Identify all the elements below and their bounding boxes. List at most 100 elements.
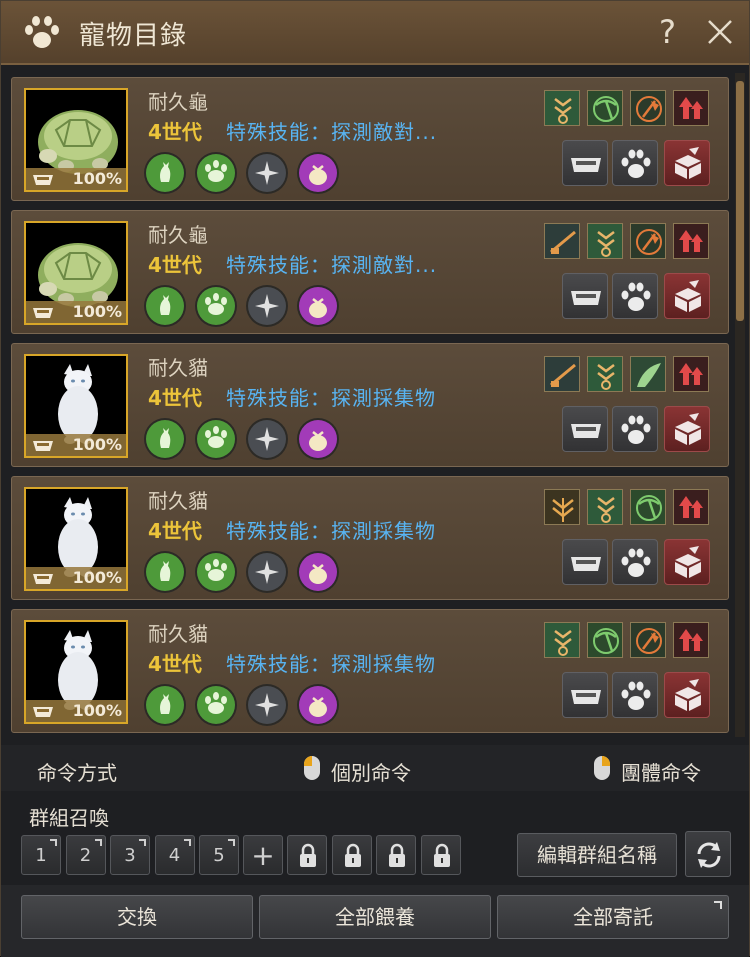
refresh-icon: [697, 842, 721, 868]
feed-button[interactable]: [562, 672, 608, 718]
feed-button[interactable]: [562, 406, 608, 452]
title-bar[interactable]: 寵物目錄 ?: [1, 1, 749, 65]
group-command[interactable]: 團體命令: [621, 757, 701, 786]
axe-icon[interactable]: [630, 622, 666, 658]
arrow-up-icon[interactable]: [673, 90, 709, 126]
gather-icon[interactable]: [544, 90, 580, 126]
box-seal-icon: [675, 546, 701, 578]
rifle-icon[interactable]: [544, 223, 580, 259]
close-icon[interactable]: [705, 17, 735, 47]
pet-portrait[interactable]: 100%: [24, 88, 128, 192]
locked-group-slot[interactable]: [287, 835, 327, 875]
gather-icon[interactable]: [544, 622, 580, 658]
pouch-icon[interactable]: [299, 154, 337, 192]
seal-button[interactable]: [664, 273, 710, 319]
store-all-button[interactable]: 全部寄託: [497, 895, 729, 939]
feed-button[interactable]: [562, 539, 608, 585]
individual-command[interactable]: 個別命令: [331, 757, 411, 786]
group-slot-button[interactable]: 1: [21, 835, 61, 875]
pet-card[interactable]: 100% 耐久貓 4世代 特殊技能：探測採集物: [11, 476, 729, 600]
locked-group-slot[interactable]: [376, 835, 416, 875]
group-slot-number: 1: [35, 845, 47, 866]
pet-action-button[interactable]: [612, 406, 658, 452]
gather-icon[interactable]: [587, 489, 623, 525]
rifle-icon[interactable]: [544, 356, 580, 392]
add-group-button[interactable]: +: [243, 835, 283, 875]
pet-name: 耐久貓: [148, 489, 208, 513]
pet-card[interactable]: 100% 耐久龜 4世代 特殊技能：探測敵對...: [11, 77, 729, 201]
pouch-icon[interactable]: [299, 420, 337, 458]
group-slot-button[interactable]: 5: [199, 835, 239, 875]
pouch-icon[interactable]: [299, 686, 337, 724]
arrow-up-icon[interactable]: [673, 223, 709, 259]
group-slot-button[interactable]: 2: [65, 835, 106, 875]
gather-icon[interactable]: [587, 223, 623, 259]
compass-icon[interactable]: [248, 553, 286, 591]
seal-button[interactable]: [664, 672, 710, 718]
scrollbar[interactable]: [735, 73, 745, 737]
edit-group-name-button[interactable]: 編輯群組名稱: [517, 833, 677, 877]
pet-card[interactable]: 100% 耐久貓 4世代 特殊技能：探測採集物: [11, 343, 729, 467]
pet-action-button[interactable]: [612, 539, 658, 585]
pet-portrait[interactable]: 100%: [24, 221, 128, 325]
pet-action-button[interactable]: [612, 672, 658, 718]
pet-portrait[interactable]: 100%: [24, 354, 128, 458]
wing-icon[interactable]: [630, 356, 666, 392]
pet-portrait[interactable]: 100%: [24, 487, 128, 591]
cat-trait-icon[interactable]: [146, 686, 184, 724]
compass-icon[interactable]: [248, 686, 286, 724]
paw-swipe-icon[interactable]: [197, 154, 235, 192]
mouse-left-icon: [304, 756, 320, 780]
pet-card[interactable]: 100% 耐久龜 4世代 特殊技能：探測敵對...: [11, 210, 729, 334]
pickaxe-icon[interactable]: [587, 622, 623, 658]
paw-swipe-icon[interactable]: [197, 420, 235, 458]
paw-swipe-icon[interactable]: [197, 287, 235, 325]
pet-name: 耐久龜: [148, 223, 208, 247]
scroll-thumb[interactable]: [736, 81, 744, 321]
seal-button[interactable]: [664, 406, 710, 452]
axe-icon[interactable]: [630, 90, 666, 126]
feed-button[interactable]: [562, 273, 608, 319]
pet-action-button[interactable]: [612, 140, 658, 186]
pickaxe-icon[interactable]: [630, 489, 666, 525]
hunger-percent: 100%: [72, 568, 122, 587]
gather-icon[interactable]: [587, 356, 623, 392]
help-button[interactable]: ?: [659, 13, 676, 51]
group-slot-number: 4: [168, 845, 181, 866]
axe-icon[interactable]: [630, 223, 666, 259]
pouch-icon[interactable]: [299, 287, 337, 325]
pet-generation: 4世代: [148, 386, 202, 410]
pet-card[interactable]: 100% 耐久貓 4世代 特殊技能：探測採集物: [11, 609, 729, 733]
cat-trait-icon[interactable]: [146, 154, 184, 192]
pet-action-button[interactable]: [612, 273, 658, 319]
refresh-button[interactable]: [685, 831, 731, 877]
exchange-button[interactable]: 交換: [21, 895, 253, 939]
paw-swipe-icon[interactable]: [197, 553, 235, 591]
group-slot-button[interactable]: 3: [110, 835, 150, 875]
locked-group-slot[interactable]: [420, 835, 461, 875]
pouch-icon[interactable]: [299, 553, 337, 591]
window-title: 寵物目錄: [79, 21, 188, 51]
paw-swipe-icon[interactable]: [197, 686, 235, 724]
pet-list[interactable]: 100% 耐久龜 4世代 特殊技能：探測敵對... 100% 耐久龜 4世代 特…: [9, 73, 731, 737]
pet-name: 耐久龜: [148, 90, 208, 114]
compass-icon[interactable]: [248, 287, 286, 325]
group-slot-button[interactable]: 4: [154, 835, 195, 875]
seal-button[interactable]: [664, 140, 710, 186]
locked-group-slot[interactable]: [331, 835, 372, 875]
seal-button[interactable]: [664, 539, 710, 585]
cat-trait-icon[interactable]: [146, 287, 184, 325]
grain-icon[interactable]: [544, 489, 580, 525]
feed-all-button[interactable]: 全部餵養: [259, 895, 491, 939]
arrow-up-icon[interactable]: [673, 356, 709, 392]
pickaxe-icon[interactable]: [587, 90, 623, 126]
cat-trait-icon[interactable]: [146, 553, 184, 591]
arrow-up-icon[interactable]: [673, 622, 709, 658]
feed-button[interactable]: [562, 140, 608, 186]
food-bowl-icon: [571, 424, 601, 438]
arrow-up-icon[interactable]: [673, 489, 709, 525]
cat-trait-icon[interactable]: [146, 420, 184, 458]
compass-icon[interactable]: [248, 154, 286, 192]
pet-portrait[interactable]: 100%: [24, 620, 128, 724]
compass-icon[interactable]: [248, 420, 286, 458]
